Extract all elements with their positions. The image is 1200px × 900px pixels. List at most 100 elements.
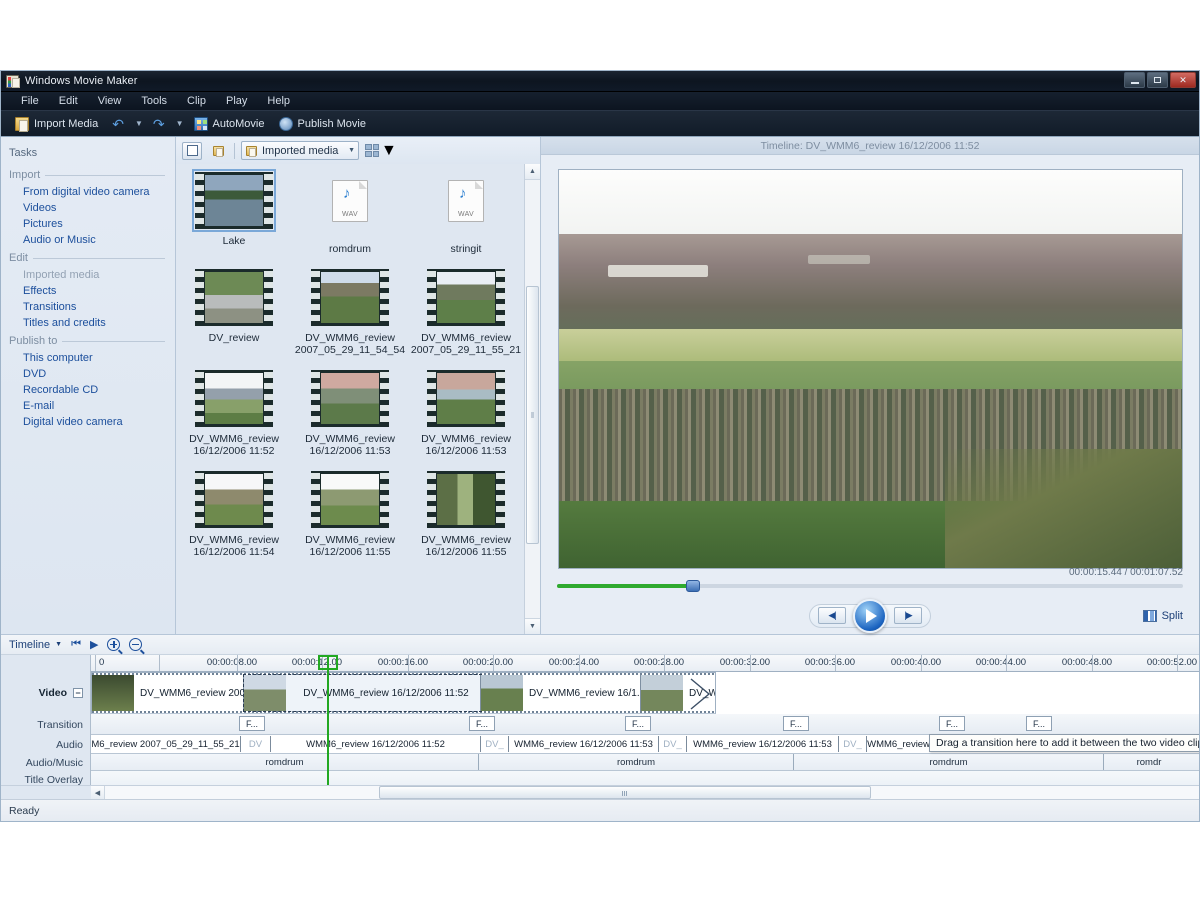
rewind-to-start-button[interactable]: ⏮ — [71, 638, 81, 651]
task-transitions[interactable]: Transitions — [1, 299, 175, 315]
close-button[interactable]: ✕ — [1170, 72, 1196, 88]
previous-frame-button[interactable]: ◀| — [818, 607, 846, 624]
audio-clip[interactable]: DV — [241, 736, 271, 752]
transition-clip[interactable]: F... — [469, 716, 495, 731]
media-item[interactable]: DV_WMM6_review 16/12/2006 11:53 — [294, 370, 406, 457]
media-item[interactable]: Lake — [178, 172, 290, 255]
media-item[interactable]: DV_WMM6_review 16/12/2006 11:55 — [410, 471, 522, 558]
audio-clip[interactable]: WMM6_review 16/12/2006 11:52 — [271, 736, 481, 752]
track-label-video[interactable]: Video − — [1, 672, 90, 714]
task-email[interactable]: E-mail — [1, 398, 175, 414]
video-clip[interactable]: DV_WMM6_review 16/1... — [481, 675, 641, 711]
task-imported-media[interactable]: Imported media — [1, 267, 175, 283]
menu-tools[interactable]: Tools — [131, 94, 177, 108]
transition-clip[interactable]: F... — [783, 716, 809, 731]
audio-music-clip[interactable]: romdrum — [479, 754, 794, 770]
timeline-playhead[interactable] — [327, 655, 329, 785]
horizontal-scroll-track[interactable] — [105, 786, 1199, 799]
undo-dropdown-arrow[interactable]: ▼ — [135, 119, 143, 128]
media-item[interactable]: DV_WMM6_review 16/12/2006 11:53 — [410, 370, 522, 457]
media-item[interactable]: DV_WMM6_review 16/12/2006 11:52 — [178, 370, 290, 457]
task-videos[interactable]: Videos — [1, 200, 175, 216]
publish-movie-icon — [279, 117, 293, 131]
audio-music-clip[interactable]: romdrum — [794, 754, 1104, 770]
undo-button[interactable]: ↶ — [108, 115, 128, 133]
minimize-button[interactable] — [1124, 72, 1145, 88]
video-preview[interactable] — [558, 169, 1183, 569]
menu-edit[interactable]: Edit — [49, 94, 88, 108]
task-audio-or-music[interactable]: Audio or Music — [1, 232, 175, 248]
timeline-view-selector[interactable]: Timeline ▼ — [9, 639, 62, 651]
timeline-horizontal-scrollbar[interactable]: ◀ — [1, 785, 1199, 799]
audio-clip[interactable]: DV_ — [659, 736, 687, 752]
redo-button[interactable]: ↷ — [149, 115, 169, 133]
next-frame-button[interactable]: |▶ — [894, 607, 922, 624]
view-options-button[interactable]: ▼ — [365, 142, 397, 160]
media-item[interactable]: DV_WMM6_review 16/12/2006 11:55 — [294, 471, 406, 558]
timeline-title-overlay-track[interactable] — [91, 771, 1199, 785]
video-clip[interactable]: DV_WMM6_review 2007_05_29_1... — [92, 675, 244, 711]
menu-help[interactable]: Help — [257, 94, 300, 108]
media-thumbnail — [195, 269, 273, 326]
scrollbar-grip-icon — [622, 791, 628, 796]
audio-clip[interactable]: WMM6_review 16/12/2006 11:53 — [687, 736, 839, 752]
play-button[interactable] — [853, 599, 887, 633]
scroll-up-arrow[interactable]: ▲ — [525, 164, 540, 180]
media-vertical-scrollbar[interactable]: ▲ ▼ — [524, 164, 540, 634]
transition-clip[interactable]: F... — [1026, 716, 1052, 731]
collection-combobox[interactable]: Imported media ▼ — [241, 141, 359, 160]
menu-clip[interactable]: Clip — [177, 94, 216, 108]
timeline-transition-track[interactable]: F... F... F... F... F... F... — [91, 714, 1199, 735]
timeline-audio-music-track[interactable]: romdrum romdrum romdrum romdr — [91, 754, 1199, 771]
media-item[interactable]: DV_WMM6_review 16/12/2006 11:54 — [178, 471, 290, 558]
audio-clip[interactable]: DV_ — [839, 736, 867, 752]
scroll-down-arrow[interactable]: ▼ — [525, 618, 540, 634]
import-media-button[interactable]: Import Media — [11, 115, 102, 133]
timeline-playhead-handle[interactable] — [318, 655, 338, 670]
task-effects[interactable]: Effects — [1, 283, 175, 299]
tasks-pane-toggle-button[interactable] — [182, 142, 202, 160]
seekbar-knob[interactable] — [686, 580, 700, 592]
media-item[interactable]: DV_review — [178, 269, 290, 356]
horizontal-scrollbar-thumb[interactable] — [379, 786, 871, 799]
media-item[interactable]: DV_WMM6_review 2007_05_29_11_54_54 — [294, 269, 406, 356]
task-this-computer[interactable]: This computer — [1, 350, 175, 366]
audio-music-clip[interactable]: romdrum — [91, 754, 479, 770]
scroll-left-arrow[interactable]: ◀ — [91, 786, 105, 799]
media-item[interactable]: ♪ WAV romdrum — [294, 172, 406, 255]
task-pictures[interactable]: Pictures — [1, 216, 175, 232]
media-item[interactable]: ♪ WAV stringit — [410, 172, 522, 255]
video-clip[interactable]: DV_WMM6_review 16/12/2006 11:52 — [244, 675, 481, 711]
media-item[interactable]: DV_WMM6_review 2007_05_29_11_55_21 — [410, 269, 522, 356]
redo-dropdown-arrow[interactable]: ▼ — [176, 119, 184, 128]
audio-clip[interactable]: WMM6_review 16/12/2006 11:53 — [509, 736, 659, 752]
transition-clip[interactable]: F... — [239, 716, 265, 731]
automovie-button[interactable]: AutoMovie — [190, 115, 269, 133]
menu-play[interactable]: Play — [216, 94, 257, 108]
menu-view[interactable]: View — [88, 94, 132, 108]
audio-clip[interactable]: DV_ — [481, 736, 509, 752]
preview-seekbar[interactable] — [557, 584, 1183, 588]
task-dvd[interactable]: DVD — [1, 366, 175, 382]
play-icon — [866, 609, 877, 623]
maximize-button[interactable] — [1147, 72, 1168, 88]
menu-file[interactable]: File — [11, 94, 49, 108]
audio-music-clip[interactable]: romdr — [1104, 754, 1194, 770]
transition-clip[interactable]: F... — [939, 716, 965, 731]
transition-clip[interactable]: F... — [625, 716, 651, 731]
zoom-in-button[interactable] — [107, 638, 120, 651]
task-recordable-cd[interactable]: Recordable CD — [1, 382, 175, 398]
task-digital-video-camera[interactable]: Digital video camera — [1, 414, 175, 430]
timeline-video-track[interactable]: DV_WMM6_review 2007_05_29_1... DV_WMM6_r… — [91, 672, 716, 714]
timeline-ruler[interactable]: 0 00:00:08.00 00:00:12.00 00:00:16.00 00… — [91, 655, 1199, 672]
task-titles-and-credits[interactable]: Titles and credits — [1, 315, 175, 331]
split-button[interactable]: Split — [1143, 610, 1183, 622]
scrollbar-thumb[interactable] — [526, 286, 539, 544]
collections-button[interactable] — [208, 142, 228, 160]
task-from-digital-video-camera[interactable]: From digital video camera — [1, 184, 175, 200]
publish-movie-button[interactable]: Publish Movie — [275, 115, 370, 133]
collapse-video-track-button[interactable]: − — [73, 688, 83, 698]
audio-clip[interactable]: M6_review 2007_05_29_11_55_21 — [91, 736, 241, 752]
play-timeline-button[interactable]: ▶ — [90, 638, 98, 651]
zoom-out-button[interactable] — [129, 638, 142, 651]
